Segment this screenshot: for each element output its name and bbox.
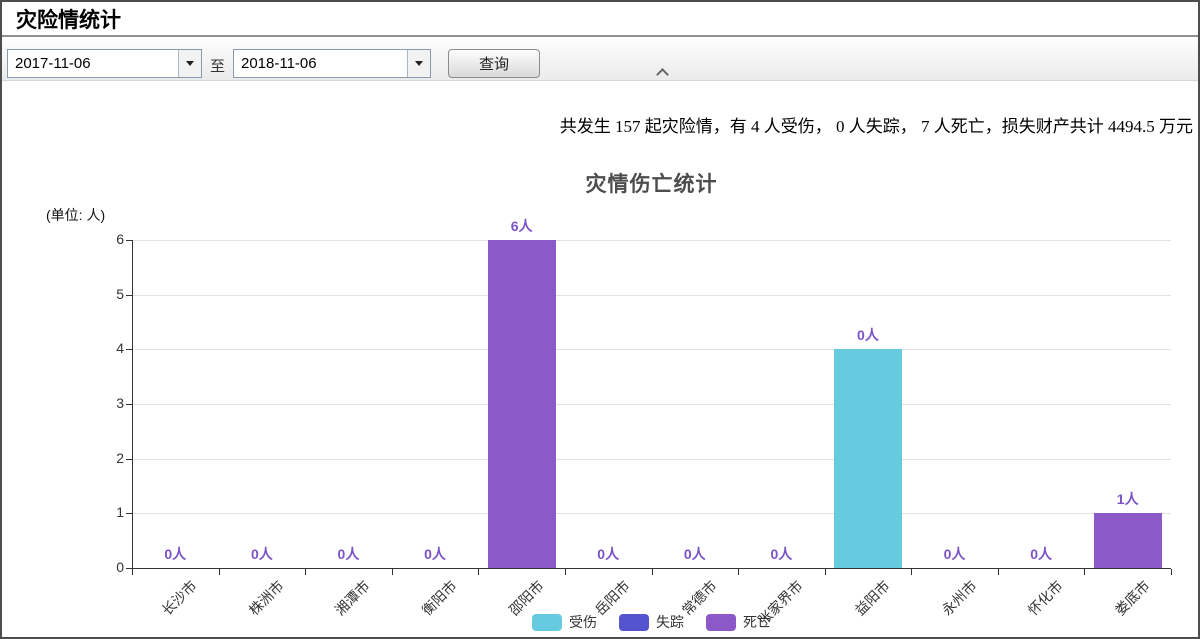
gridline xyxy=(132,459,1171,460)
x-axis-tick xyxy=(738,569,739,575)
x-axis-tick xyxy=(911,569,912,575)
bar-segment-死亡[interactable] xyxy=(1094,513,1162,568)
chart-unit-label: (单位: 人) xyxy=(46,205,105,225)
legend-item-失踪[interactable]: 失踪 xyxy=(619,612,684,632)
bar-data-label: 0人 xyxy=(132,544,219,564)
bar-data-label: 0人 xyxy=(219,544,306,564)
gridline xyxy=(132,404,1171,405)
to-label: 至 xyxy=(210,55,225,76)
chart-plot-area: 01234560人长沙市0人株洲市0人湘潭市0人衡阳市6人邵阳市0人岳阳市0人常… xyxy=(132,240,1171,568)
legend-swatch-icon xyxy=(706,614,736,631)
y-axis-tick xyxy=(126,513,132,514)
bar-data-label: 1人 xyxy=(1084,489,1171,509)
y-axis-tick xyxy=(126,349,132,350)
bar-data-label: 6人 xyxy=(478,216,565,236)
x-axis-tick xyxy=(305,569,306,575)
x-axis-tick xyxy=(392,569,393,575)
legend-label: 死亡 xyxy=(743,612,771,632)
gridline xyxy=(132,349,1171,350)
collapse-panel-handle[interactable] xyxy=(650,66,674,79)
bar-data-label: 0人 xyxy=(738,544,825,564)
summary-text: 共发生 157 起灾险情，有 4 人受伤， 0 人失踪， 7 人死亡，损失财产共… xyxy=(560,112,1193,137)
chart-legend: 受伤 失踪 死亡 xyxy=(132,612,1171,632)
x-axis-tick xyxy=(132,569,133,575)
x-axis-line xyxy=(126,568,1171,569)
y-axis-tick xyxy=(126,240,132,241)
y-axis-label: 5 xyxy=(82,286,124,302)
bar-data-label: 0人 xyxy=(825,325,912,345)
legend-item-死亡[interactable]: 死亡 xyxy=(706,612,771,632)
y-axis-tick xyxy=(126,404,132,405)
y-axis-tick xyxy=(126,295,132,296)
caret-down-icon xyxy=(186,61,194,66)
chevron-up-icon xyxy=(656,68,669,81)
titlebar: 灾险情统计 xyxy=(2,2,1198,37)
x-axis-tick xyxy=(1084,569,1085,575)
x-axis-tick xyxy=(1171,569,1172,575)
chart-title: 灾情伤亡统计 xyxy=(132,168,1171,198)
gridline xyxy=(132,513,1171,514)
date-to-picker[interactable] xyxy=(233,49,431,78)
date-to-input[interactable] xyxy=(234,50,407,77)
bar-segment-死亡[interactable] xyxy=(488,240,556,568)
y-axis-line xyxy=(132,240,133,568)
legend-swatch-icon xyxy=(619,614,649,631)
gridline xyxy=(132,295,1171,296)
date-from-picker[interactable] xyxy=(7,49,202,78)
bar-data-label: 0人 xyxy=(652,544,739,564)
bar-data-label: 0人 xyxy=(305,544,392,564)
bar-segment-受伤[interactable] xyxy=(834,349,902,568)
disaster-statistics-window: 灾险情统计 至 查询 共发生 157 起灾险情，有 4 人受伤， 0 人失踪， … xyxy=(0,0,1200,639)
x-axis-tick xyxy=(652,569,653,575)
legend-label: 失踪 xyxy=(656,612,684,632)
query-button[interactable]: 查询 xyxy=(448,49,540,78)
bar-data-label: 0人 xyxy=(911,544,998,564)
x-axis-tick xyxy=(219,569,220,575)
date-from-dropdown-button[interactable] xyxy=(178,50,201,77)
bar-data-label: 0人 xyxy=(998,544,1085,564)
bar-data-label: 0人 xyxy=(392,544,479,564)
legend-item-受伤[interactable]: 受伤 xyxy=(532,612,597,632)
toolbar: 至 查询 xyxy=(2,37,1198,81)
legend-label: 受伤 xyxy=(569,612,597,632)
gridline xyxy=(132,240,1171,241)
date-from-input[interactable] xyxy=(8,50,178,77)
x-axis-tick xyxy=(998,569,999,575)
date-to-dropdown-button[interactable] xyxy=(407,50,430,77)
legend-swatch-icon xyxy=(532,614,562,631)
x-axis-tick xyxy=(825,569,826,575)
y-axis-label: 4 xyxy=(82,340,124,356)
y-axis-tick xyxy=(126,459,132,460)
y-axis-label: 1 xyxy=(82,504,124,520)
x-axis-tick xyxy=(565,569,566,575)
y-axis-label: 2 xyxy=(82,450,124,466)
x-axis-tick xyxy=(478,569,479,575)
y-axis-label: 0 xyxy=(82,559,124,575)
y-axis-label: 3 xyxy=(82,395,124,411)
y-axis-label: 6 xyxy=(82,231,124,247)
page-title: 灾险情统计 xyxy=(16,4,121,34)
bar-data-label: 0人 xyxy=(565,544,652,564)
caret-down-icon xyxy=(415,61,423,66)
